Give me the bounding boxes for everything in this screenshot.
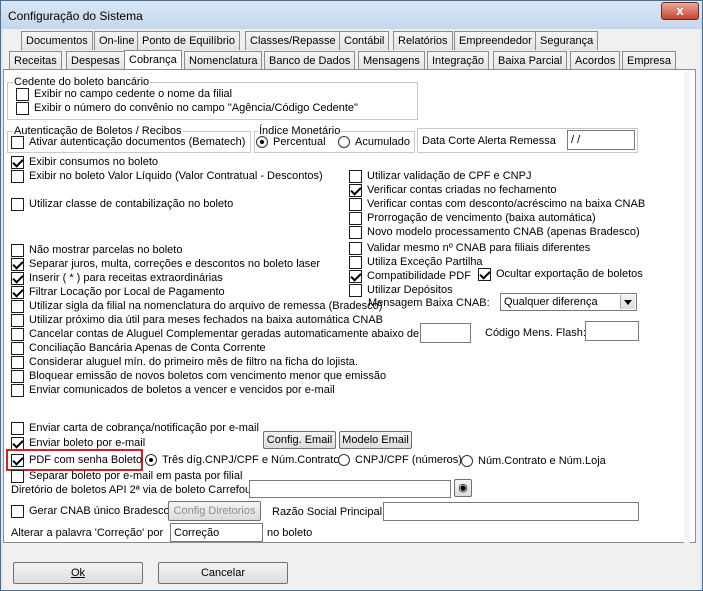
novo-modelo-checkbox[interactable]: Novo modelo processamento CNAB (apenas B… [349,226,640,239]
correcao-suffix: no boleto [267,527,313,539]
filtrar-locacao-checkbox[interactable]: Filtrar Locação por Local de Pagamento [11,286,225,299]
cancelar-contas-checkbox[interactable]: Cancelar contas de Aluguel Complementar … [11,328,436,341]
cancelar-button[interactable]: Cancelar [158,562,288,584]
tab-documentos[interactable]: Documentos [21,31,93,50]
pdf-radio-cnpj-numeros[interactable]: CNPJ/CPF (números) [338,454,462,467]
ok-button[interactable]: Ok [13,562,143,584]
sigla-filial-checkbox[interactable]: Utilizar sigla da filial na nomenclatura… [11,300,382,313]
binoculars-icon[interactable]: ◉ [454,479,472,497]
tab-contabil[interactable]: Contábil [339,31,390,50]
cobranca-page: Cedente do boleto bancário Exibir no cam… [3,69,696,547]
dialog-body: Documentos On-line Ponto de Equilíbrio C… [3,29,700,590]
validar-cnab-checkbox[interactable]: Validar mesmo nº CNAB para filiais difer… [349,242,590,255]
diretorio-field[interactable] [249,480,451,498]
modelo-email-button[interactable]: Modelo Email [339,431,412,449]
alerta-label: Data Corte Alerta Remessa [422,135,556,147]
razao-social-field[interactable] [383,502,639,521]
configuracao-window: Configuração do Sistema x Documentos On-… [0,0,703,591]
validacao-cpf-checkbox[interactable]: Utilizar validação de CPF e CNPJ [349,170,531,183]
title-bar: Configuração do Sistema x [1,1,702,29]
msg-baixa-select[interactable]: Qualquer diferença [500,293,637,311]
codigo-flash-field[interactable] [585,321,639,341]
tab-relatorios[interactable]: Relatórios [393,31,453,50]
separar-pasta-checkbox[interactable]: Separar boleto por e-mail em pasta por f… [11,470,242,483]
tab-baixa-parcial[interactable]: Baixa Parcial [493,51,568,70]
msg-baixa-label: Mensagem Baixa CNAB: [368,297,490,309]
codigo-flash-label: Código Mens. Flash: [485,327,586,339]
pdf-radio-cnpj-contrato[interactable]: Três díg.CNPJ/CPF e Núm.Contrato [145,454,339,467]
enviar-carta-checkbox[interactable]: Enviar carta de cobrança/notificação por… [11,422,259,435]
indice-percentual-radio[interactable]: Percentual [256,136,326,149]
verificar-desconto-checkbox[interactable]: Verificar contas com desconto/acréscimo … [349,198,645,211]
config-diretorios-button[interactable]: Config Diretorios [168,501,261,521]
tab-ponto-equilibrio[interactable]: Ponto de Equilíbrio [137,31,240,50]
compat-pdf-checkbox[interactable]: Compatibilidade PDF [349,270,471,283]
tab-despesas[interactable]: Despesas [66,51,125,70]
right-edge [684,71,690,547]
tab-acordos[interactable]: Acordos [570,51,621,70]
chevron-down-icon [620,295,635,309]
cedente-convenio-checkbox[interactable]: Exibir o número do convênio no campo "Ag… [16,102,358,115]
tab-mensagens[interactable]: Mensagens [358,51,425,70]
cnab-unico-checkbox[interactable]: Gerar CNAB único Bradesco [11,505,170,518]
close-button[interactable]: x [661,2,699,20]
considerar-aluguel-checkbox[interactable]: Considerar aluguel mín. do primeiro mês … [11,356,358,369]
separar-juros-checkbox[interactable]: Separar juros, multa, correções e descon… [11,258,320,271]
tab-receitas[interactable]: Receitas [9,51,62,70]
bloquear-emissao-checkbox[interactable]: Bloquear emissão de novos boletos com ve… [11,370,386,383]
indice-acumulado-radio[interactable]: Acumulado [338,136,410,149]
proximo-dia-checkbox[interactable]: Utilizar próximo dia útil para meses fec… [11,314,383,327]
tab-empreendedor[interactable]: Empreendedor [454,31,537,50]
window-title: Configuração do Sistema [8,9,143,23]
verificar-criadas-checkbox[interactable]: Verificar contas criadas no fechamento [349,184,557,197]
excecao-partilha-checkbox[interactable]: Utiliza Exceção Partilha [349,256,483,269]
enviar-comunicados-checkbox[interactable]: Enviar comunicados de boletos a vencer e… [11,384,335,397]
tab-empresa[interactable]: Empresa [622,51,677,70]
exibir-consumos-checkbox[interactable]: Exibir consumos no boleto [11,156,158,169]
conciliacao-checkbox[interactable]: Conciliação Bancária Apenas de Conta Cor… [11,342,266,355]
tab-seguranca[interactable]: Segurança [535,31,599,50]
correcao-label: Alterar a palavra 'Correção' por [11,527,164,539]
cedente-nome-filial-checkbox[interactable]: Exibir no campo cedente o nome da filial [16,88,232,101]
pdf-senha-checkbox[interactable]: PDF com senha Boleto [11,454,142,467]
prorrogacao-checkbox[interactable]: Prorrogação de vencimento (baixa automát… [349,212,596,225]
cedente-group-title: Cedente do boleto bancário [13,76,151,88]
nao-parcelas-checkbox[interactable]: Não mostrar parcelas no boleto [11,244,182,257]
autenticacao-bematech-checkbox[interactable]: Ativar autenticação documentos (Bematech… [11,136,245,149]
alerta-date-field[interactable]: / / [567,130,635,150]
tab-nomenclatura[interactable]: Nomenclatura [184,51,263,70]
diretorio-label: Diretório de boletos API 2ª via de bolet… [11,484,255,496]
tab-cobranca[interactable]: Cobrança [124,50,182,71]
classe-contab-checkbox[interactable]: Utilizar classe de contabilização no bol… [11,198,233,211]
config-email-button[interactable]: Config. Email [263,431,336,449]
tab-integracao[interactable]: Integração [427,51,489,70]
ocultar-exportacao-checkbox[interactable]: Ocultar exportação de boletos [478,268,643,281]
pdf-radio-contrato-loja[interactable]: Núm.Contrato e Núm.Loja [461,455,606,468]
tab-online[interactable]: On-line [94,31,140,50]
depositos-checkbox[interactable]: Utilizar Depósitos [349,284,453,297]
tab-banco-dados[interactable]: Banco de Dados [264,51,356,70]
cancelar-valor-field[interactable] [420,323,471,343]
exibir-liquido-checkbox[interactable]: Exibir no boleto Valor Líquido (Valor Co… [11,170,323,183]
razao-social-label: Razão Social Principal [272,506,383,518]
inserir-checkbox[interactable]: Inserir ( * ) para receitas extraordinár… [11,272,223,285]
tab-classes-repasse[interactable]: Classes/Repasse [245,31,341,50]
correcao-field[interactable]: Correção [170,523,263,542]
